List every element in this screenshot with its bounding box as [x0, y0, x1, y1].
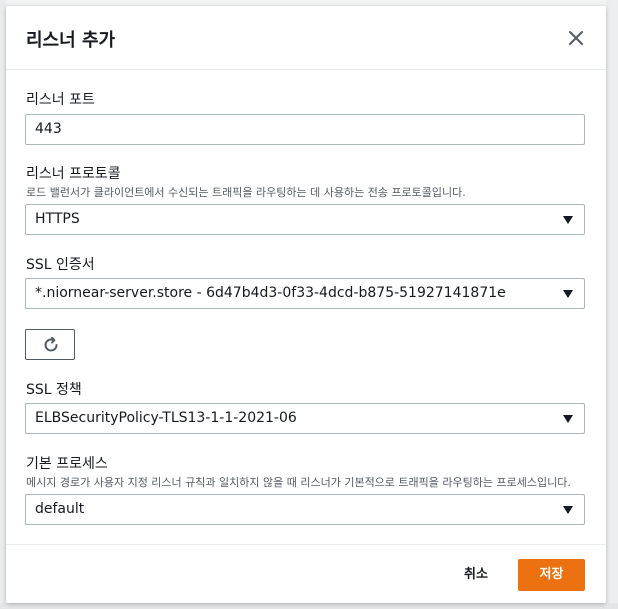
ssl-certificate-label: SSL 인증서	[26, 257, 95, 273]
ssl-policy-select[interactable]: ELBSecurityPolicy-TLS13-1-1-2021-06	[25, 403, 585, 434]
default-process-select[interactable]: default	[25, 494, 585, 525]
ssl-certificate-value: *.niornear-server.store - 6d47b4d3-0f33-…	[35, 285, 506, 301]
modal-footer: 취소 저장	[6, 544, 606, 603]
listener-protocol-select[interactable]: HTTPS	[25, 204, 585, 235]
caret-down-icon	[563, 506, 573, 514]
default-process-description: 메시지 경로가 사용자 지정 리스너 규칙과 일치하지 않을 때 리스너가 기본…	[26, 476, 571, 489]
ssl-policy-value: ELBSecurityPolicy-TLS13-1-1-2021-06	[35, 410, 297, 426]
caret-down-icon	[563, 415, 573, 423]
ssl-certificate-select[interactable]: *.niornear-server.store - 6d47b4d3-0f33-…	[25, 278, 585, 309]
caret-down-icon	[563, 216, 573, 224]
cancel-button[interactable]: 취소	[452, 559, 500, 591]
listener-protocol-description: 로드 밸런서가 클라이언트에서 수신되는 트래픽을 라우팅하는 데 사용하는 전…	[26, 186, 466, 199]
save-button[interactable]: 저장	[518, 559, 585, 591]
default-process-label: 기본 프로세스	[26, 456, 108, 472]
modal-header: 리스너 추가	[6, 6, 606, 70]
listener-port-input[interactable]: 443	[25, 114, 585, 145]
close-icon	[569, 31, 583, 45]
refresh-icon	[44, 336, 58, 352]
caret-down-icon	[563, 290, 573, 298]
listener-protocol-value: HTTPS	[35, 211, 80, 227]
modal-title: 리스너 추가	[26, 30, 116, 51]
refresh-certificates-button[interactable]	[25, 329, 75, 360]
ssl-policy-label: SSL 정책	[26, 382, 82, 398]
add-listener-modal: 리스너 추가 리스너 포트 443 리스너 프로토콜 로드 밸런서가 클라이언트…	[6, 6, 606, 603]
close-button[interactable]	[566, 28, 586, 48]
default-process-value: default	[35, 501, 85, 517]
background-bottom-edge	[0, 603, 618, 609]
listener-protocol-label: 리스너 프로토콜	[26, 166, 121, 182]
listener-port-label: 리스너 포트	[26, 92, 95, 108]
background-right-edge	[606, 0, 618, 609]
